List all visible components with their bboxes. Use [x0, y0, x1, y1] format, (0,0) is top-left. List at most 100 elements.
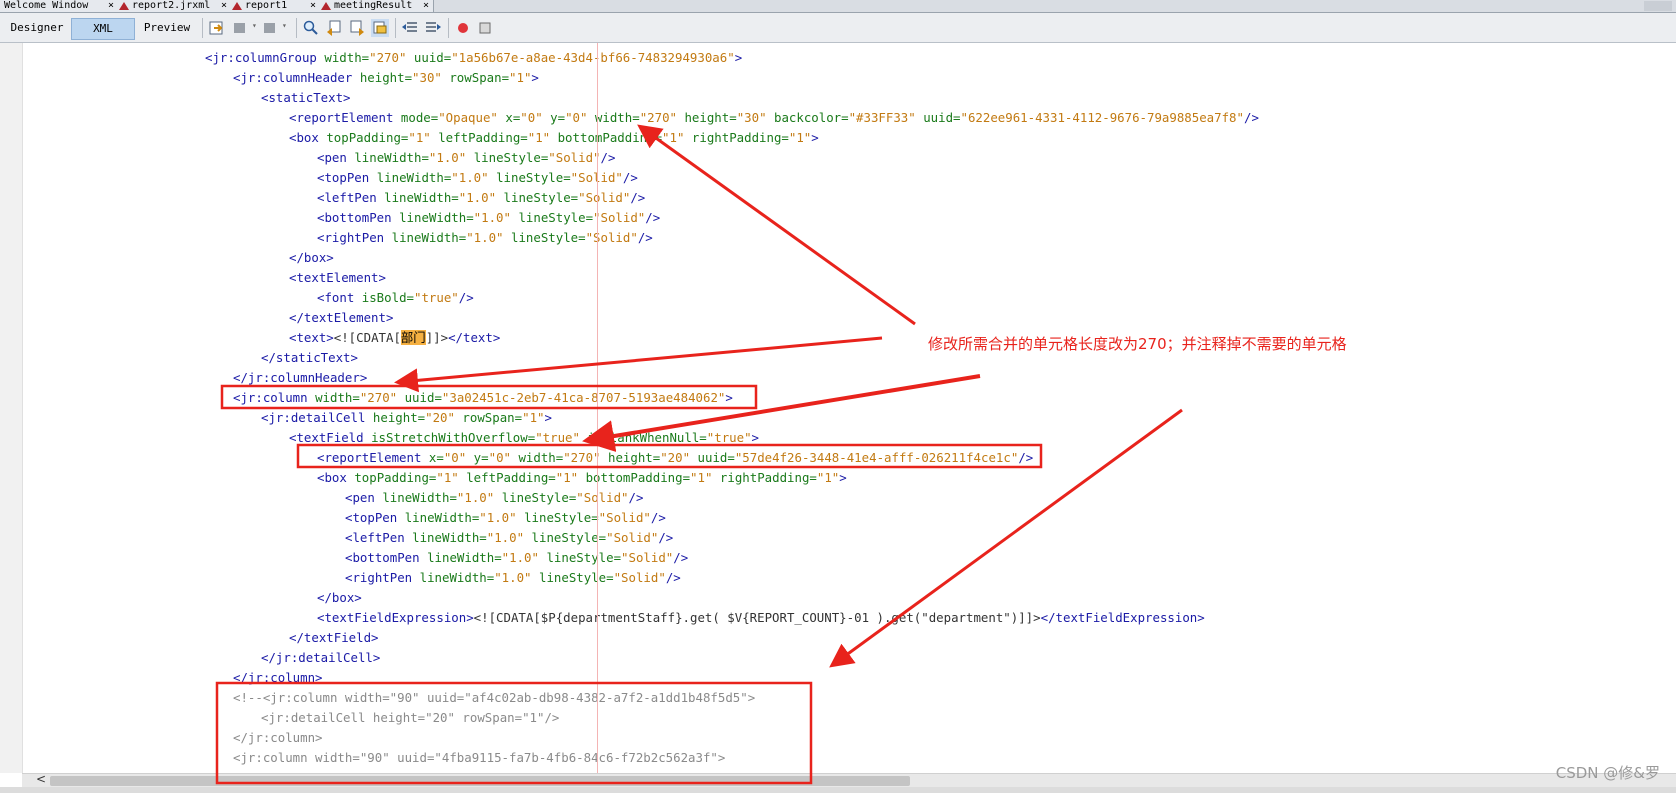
- code-token: "1.0": [494, 570, 532, 585]
- code-line[interactable]: </staticText>: [261, 348, 358, 368]
- code-line[interactable]: <jr:column width="90" uuid="4fba9115-fa7…: [233, 748, 725, 768]
- code-token: />: [622, 170, 638, 185]
- code-line[interactable]: </jr:columnHeader>: [233, 368, 367, 388]
- tab-meeting-result[interactable]: meetingResult ×: [317, 0, 434, 12]
- code-token: <box: [289, 130, 327, 145]
- xml-code-editor[interactable]: <jr:columnGroup width="270" uuid="1a56b6…: [22, 43, 1676, 773]
- close-icon[interactable]: ×: [423, 0, 429, 12]
- code-line[interactable]: </textElement>: [289, 308, 393, 328]
- code-token: />: [665, 570, 681, 585]
- code-line[interactable]: </jr:column>: [233, 668, 323, 688]
- code-line[interactable]: <text><![CDATA[部门]]></text>: [289, 328, 500, 348]
- code-line[interactable]: <jr:column width="270" uuid="3a02451c-2e…: [233, 388, 733, 408]
- code-line[interactable]: <jr:detailCell height="20" rowSpan="1">: [261, 408, 552, 428]
- code-token: bottomPadding=: [578, 470, 691, 485]
- tab-label: report2.jrxml: [132, 0, 211, 11]
- code-line[interactable]: <textFieldExpression><![CDATA[$P{departm…: [317, 608, 1205, 628]
- back-dropdown-icon[interactable]: ▾: [252, 21, 257, 30]
- preview-view-button[interactable]: Preview: [136, 18, 198, 38]
- code-token: <jr:column: [233, 390, 316, 405]
- scroll-left-icon[interactable]: <: [36, 772, 46, 786]
- code-token: <reportElement: [317, 450, 429, 465]
- code-token: />: [650, 510, 666, 525]
- forward-dropdown-icon[interactable]: ▾: [282, 21, 287, 30]
- code-line[interactable]: <topPen lineWidth="1.0" lineStyle="Solid…: [317, 168, 638, 188]
- code-line[interactable]: <staticText>: [261, 88, 351, 108]
- code-line[interactable]: <pen lineWidth="1.0" lineStyle="Solid"/>: [317, 148, 615, 168]
- code-line[interactable]: <reportElement x="0" y="0" width="270" h…: [317, 448, 1033, 468]
- code-token: lineStyle=: [494, 490, 577, 505]
- code-line[interactable]: </jr:column>: [233, 728, 323, 748]
- shift-right-icon[interactable]: [424, 19, 442, 37]
- code-line[interactable]: <textElement>: [289, 268, 386, 288]
- code-token: <textElement>: [289, 270, 386, 285]
- code-line[interactable]: <reportElement mode="Opaque" x="0" y="0"…: [289, 108, 1259, 128]
- close-icon[interactable]: ×: [108, 0, 114, 12]
- code-token: >: [811, 130, 819, 145]
- find-next-icon[interactable]: [348, 19, 366, 37]
- code-line[interactable]: </box>: [289, 248, 334, 268]
- code-token: width=: [587, 110, 640, 125]
- code-token: lineWidth=: [382, 490, 457, 505]
- code-line[interactable]: <font isBold="true"/>: [317, 288, 474, 308]
- code-token: />: [658, 530, 674, 545]
- scrollbar-thumb[interactable]: [50, 776, 910, 786]
- code-token: "true": [706, 430, 752, 445]
- tab-welcome-window[interactable]: Welcome Window ×: [0, 0, 119, 12]
- last-edit-icon[interactable]: [208, 19, 226, 37]
- code-line[interactable]: <rightPen lineWidth="1.0" lineStyle="Sol…: [317, 228, 653, 248]
- code-token: "30": [412, 70, 442, 85]
- close-icon[interactable]: ×: [221, 0, 227, 12]
- code-line[interactable]: <textField isStretchWithOverflow="true" …: [289, 428, 759, 448]
- tab-label: report1: [245, 0, 288, 11]
- code-line[interactable]: </textField>: [289, 628, 379, 648]
- xml-view-button[interactable]: XML: [71, 18, 135, 40]
- window-controls[interactable]: [1644, 1, 1672, 11]
- find-previous-icon[interactable]: [325, 19, 343, 37]
- editor-toolbar: Designer XML Preview ▾ ▾: [0, 13, 1676, 43]
- code-line[interactable]: <bottomPen lineWidth="1.0" lineStyle="So…: [317, 208, 660, 228]
- code-line[interactable]: <jr:columnHeader height="30" rowSpan="1"…: [233, 68, 539, 88]
- code-token: "1.0": [428, 150, 467, 165]
- code-token: />: [1018, 450, 1034, 465]
- code-token: "1.0": [473, 210, 511, 225]
- code-token: "270": [563, 450, 601, 465]
- toggle-highlight-icon[interactable]: [371, 19, 389, 37]
- horizontal-scrollbar[interactable]: <: [22, 772, 1676, 788]
- code-line[interactable]: <pen lineWidth="1.0" lineStyle="Solid"/>: [345, 488, 643, 508]
- code-line[interactable]: </box>: [317, 588, 362, 608]
- code-token: <leftPen: [317, 190, 385, 205]
- code-token: >: [839, 470, 847, 485]
- code-token: "1.0": [458, 190, 497, 205]
- code-token: uuid=: [397, 390, 442, 405]
- code-line[interactable]: <topPen lineWidth="1.0" lineStyle="Solid…: [345, 508, 666, 528]
- code-line[interactable]: <box topPadding="1" leftPadding="1" bott…: [317, 468, 847, 488]
- stop-macro-icon[interactable]: [476, 19, 494, 37]
- back-icon[interactable]: [232, 19, 250, 37]
- designer-view-button[interactable]: Designer: [6, 18, 68, 38]
- code-token: "1": [436, 470, 459, 485]
- code-line[interactable]: <jr:columnGroup width="270" uuid="1a56b6…: [205, 48, 742, 68]
- code-line[interactable]: <box topPadding="1" leftPadding="1" bott…: [289, 128, 819, 148]
- code-line[interactable]: </jr:detailCell>: [261, 648, 380, 668]
- code-token: "1": [408, 130, 431, 145]
- tab-report1[interactable]: report1 ×: [228, 0, 321, 12]
- find-icon[interactable]: [302, 19, 320, 37]
- editor-gutter: [0, 43, 23, 773]
- code-token: isStretchWithOverflow=: [371, 430, 536, 445]
- record-macro-icon[interactable]: [454, 19, 472, 37]
- code-token: "true": [535, 430, 580, 445]
- code-token: </jr:column>: [233, 670, 323, 685]
- close-icon[interactable]: ×: [310, 0, 316, 12]
- code-line[interactable]: <jr:detailCell height="20" rowSpan="1"/>: [261, 708, 559, 728]
- shift-left-icon[interactable]: [401, 19, 419, 37]
- code-line[interactable]: <!--<jr:column width="90" uuid="af4c02ab…: [233, 688, 755, 708]
- forward-icon[interactable]: [262, 19, 280, 37]
- code-line[interactable]: <leftPen lineWidth="1.0" lineStyle="Soli…: [345, 528, 673, 548]
- code-token: "true": [413, 290, 459, 305]
- tab-report2-jrxml[interactable]: report2.jrxml ×: [115, 0, 232, 12]
- code-line[interactable]: <rightPen lineWidth="1.0" lineStyle="Sol…: [345, 568, 681, 588]
- code-token: lineStyle=: [510, 210, 594, 225]
- code-token: "1.0": [456, 490, 495, 505]
- code-line[interactable]: <bottomPen lineWidth="1.0" lineStyle="So…: [345, 548, 688, 568]
